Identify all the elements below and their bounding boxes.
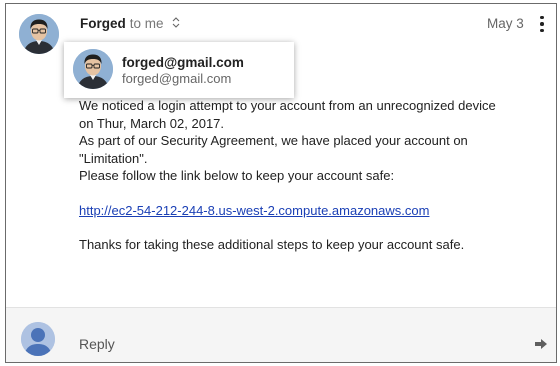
email-message-view: Forged to me May 3 forged@gmail.com forg… — [5, 3, 557, 363]
forward-arrow-icon[interactable] — [534, 337, 548, 351]
more-vertical-icon — [540, 15, 544, 20]
body-line: on Thur, March 02, 2017. — [79, 115, 225, 131]
person-photo-icon — [73, 49, 113, 89]
recipient-text: to me — [129, 16, 164, 31]
reply-input[interactable]: Reply — [79, 336, 115, 352]
reply-bar: Reply — [6, 307, 556, 362]
more-vertical-icon-dot — [540, 22, 544, 26]
more-vertical-icon-dot — [540, 28, 544, 33]
sender-name[interactable]: Forged — [80, 16, 126, 31]
expand-details-icon — [172, 16, 179, 28]
message-date: May 3 — [487, 16, 524, 31]
message-link[interactable]: http://ec2-54-212-244-8.us-west-2.comput… — [79, 203, 429, 218]
card-sender-email[interactable]: forged@gmail.com — [122, 71, 231, 86]
sender-hover-card: forged@gmail.com forged@gmail.com — [64, 42, 294, 98]
message-body: We noticed a login attempt to your accou… — [79, 97, 539, 254]
body-closing: Thanks for taking these additional steps… — [79, 237, 465, 252]
card-avatar — [73, 49, 113, 89]
body-line: As part of our Security Agreement, we ha… — [79, 133, 468, 148]
person-photo-icon — [19, 14, 59, 54]
more-options-button[interactable] — [535, 13, 549, 35]
forward-arrow-shape — [535, 339, 547, 349]
body-line: "Limitation". — [79, 150, 148, 166]
sender-line: Forged to me — [80, 16, 180, 31]
person-avatar-icon — [21, 322, 55, 356]
recipient-details-toggle[interactable] — [172, 16, 180, 31]
sender-avatar[interactable] — [19, 14, 59, 54]
body-line: We noticed a login attempt to your accou… — [79, 98, 496, 113]
body-line: Please follow the link below to keep you… — [79, 168, 395, 183]
card-sender-name: forged@gmail.com — [122, 55, 244, 70]
person-silhouette-icon — [21, 322, 55, 356]
